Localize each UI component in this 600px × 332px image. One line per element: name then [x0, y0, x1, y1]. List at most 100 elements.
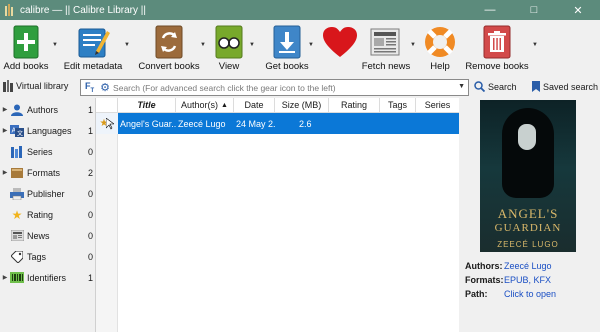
remove-books-dropdown-icon[interactable]: ▼ — [532, 42, 538, 48]
add-books-label: Add books — [3, 61, 49, 72]
convert-books-dropdown-icon[interactable]: ▼ — [200, 42, 206, 48]
convert-books-icon — [155, 23, 183, 61]
fetch-news-label: Fetch news — [361, 61, 411, 72]
view-dropdown-icon[interactable]: ▼ — [249, 42, 255, 48]
sidebar-item-series[interactable]: Series 0 — [0, 141, 95, 162]
calibre-app-icon — [5, 4, 15, 16]
virtual-library-label: Virtual library — [16, 81, 69, 91]
column-header-rating[interactable]: Rating — [329, 98, 380, 113]
star-icon: ★ — [11, 207, 23, 222]
sidebar-item-languages[interactable]: ▶ A文 Languages 1 — [0, 120, 95, 141]
row-marker[interactable]: ★ — [96, 113, 118, 134]
help-label: Help — [430, 61, 450, 72]
maximize-button[interactable]: □ — [512, 0, 556, 20]
book-cover-image[interactable]: ANGEL'S GUARDIAN ZEECÉ LUGO — [480, 100, 576, 252]
get-books-button[interactable]: Get books — [265, 20, 309, 76]
user-icon — [10, 104, 24, 116]
search-icon — [474, 81, 485, 92]
column-header-size[interactable]: Size (MB) — [275, 98, 329, 113]
sidebar-item-count: 1 — [87, 272, 93, 283]
column-header-authors[interactable]: Author(s) ▲ — [176, 98, 234, 113]
minimize-button[interactable]: — — [468, 0, 512, 20]
cell-date[interactable]: 24 May 2... — [236, 113, 275, 134]
cell-title[interactable]: Angel's Guar... — [120, 113, 176, 134]
main-toolbar: Add books ▼ Edit metadata ▼ Convert book… — [0, 20, 600, 76]
language-icon: A文 — [10, 124, 24, 137]
saved-search-button[interactable]: Saved search — [532, 81, 598, 92]
expand-arrow-icon[interactable]: ▶ — [0, 169, 10, 176]
sidebar-item-identifiers[interactable]: ▶ Identifiers 1 — [0, 267, 95, 288]
tag-browser: ▶ Authors 1 ▶ A文 Languages 1 Series 0 ▶ … — [0, 98, 95, 332]
details-authors-key: Authors: — [465, 261, 503, 271]
lifebuoy-icon — [423, 23, 457, 61]
row-number-header — [96, 98, 118, 113]
edit-metadata-icon — [76, 23, 110, 61]
donate-heart-button[interactable] — [320, 20, 360, 76]
sidebar-item-authors[interactable]: ▶ Authors 1 — [0, 99, 95, 120]
virtual-library-button[interactable]: Virtual library — [3, 80, 68, 92]
view-label: View — [218, 61, 240, 72]
details-formats-link[interactable]: EPUB, KFX — [504, 275, 551, 285]
get-books-dropdown-icon[interactable]: ▼ — [308, 42, 314, 48]
close-button[interactable]: ✕ — [556, 0, 600, 20]
search-placeholder: Search (For advanced search click the ge… — [113, 82, 336, 93]
view-button[interactable]: View — [214, 20, 244, 76]
sidebar-item-tags[interactable]: Tags 0 — [0, 246, 95, 267]
add-books-dropdown-icon[interactable]: ▼ — [52, 42, 58, 48]
column-header-tags[interactable]: Tags — [380, 98, 416, 113]
cover-title-line2: GUARDIAN — [494, 222, 562, 234]
details-authors-link[interactable]: Zeecé Lugo — [504, 261, 552, 271]
column-header-series[interactable]: Series — [416, 98, 460, 113]
cell-authors[interactable]: Zeecé Lugo — [178, 113, 234, 134]
sidebar-item-count: 0 — [87, 230, 93, 241]
sidebar-item-rating[interactable]: ★ Rating 0 — [0, 204, 95, 225]
sort-ascending-icon: ▲ — [221, 101, 228, 109]
sidebar-item-count: 0 — [87, 251, 93, 262]
svg-text:文: 文 — [17, 129, 23, 137]
sidebar-item-count: 1 — [87, 125, 93, 136]
sidebar-item-formats[interactable]: ▶ Formats 2 — [0, 162, 95, 183]
add-books-icon — [13, 23, 39, 61]
cell-series[interactable] — [418, 113, 460, 134]
details-formats-key: Formats: — [465, 275, 504, 285]
search-input[interactable]: FT ⚙ Search (For advanced search click t… — [80, 79, 469, 96]
barcode-icon — [10, 272, 24, 284]
sidebar-item-label: Languages — [27, 125, 72, 136]
edit-metadata-dropdown-icon[interactable]: ▼ — [124, 42, 130, 48]
search-button[interactable]: Search — [474, 81, 517, 92]
table-row[interactable]: ★ Angel's Guar... Zeecé Lugo 24 May 2...… — [96, 113, 460, 134]
title-bar: calibre — || Calibre Library || — □ ✕ — [0, 0, 600, 20]
edit-metadata-button[interactable]: Edit metadata — [64, 20, 122, 76]
full-text-search-icon[interactable]: FT — [85, 81, 94, 94]
sidebar-item-count: 0 — [87, 146, 93, 157]
column-header-title[interactable]: Title — [118, 98, 176, 113]
sidebar-item-label: Identifiers — [27, 272, 67, 283]
convert-books-button[interactable]: Convert books — [138, 20, 200, 76]
cell-tags[interactable] — [382, 113, 416, 134]
fetch-news-button[interactable]: Fetch news — [362, 20, 410, 76]
details-path-link[interactable]: Click to open — [504, 289, 556, 299]
sidebar-item-news[interactable]: News 0 — [0, 225, 95, 246]
cover-title-line1: ANGEL'S — [497, 206, 559, 221]
sidebar-item-label: Authors — [27, 104, 59, 115]
expand-arrow-icon[interactable]: ▶ — [0, 127, 10, 134]
cell-rating[interactable] — [331, 113, 380, 134]
expand-arrow-icon[interactable]: ▶ — [0, 274, 10, 281]
details-path-key: Path: — [465, 289, 488, 299]
expand-arrow-icon[interactable]: ▶ — [0, 106, 10, 113]
sidebar-item-label: Formats — [27, 167, 61, 178]
fetch-news-dropdown-icon[interactable]: ▼ — [410, 42, 416, 48]
help-button[interactable]: Help — [422, 20, 458, 76]
column-header-date[interactable]: Date — [234, 98, 275, 113]
gear-icon[interactable]: ⚙ — [100, 81, 110, 94]
edit-metadata-label: Edit metadata — [63, 61, 123, 72]
sidebar-item-publisher[interactable]: Publisher 0 — [0, 183, 95, 204]
search-history-dropdown-icon[interactable]: ▼ — [458, 83, 465, 90]
details-authors-row: Authors: Zeecé Lugo — [465, 261, 600, 271]
newspaper-icon — [10, 230, 24, 242]
series-icon — [10, 145, 24, 158]
add-books-button[interactable]: Add books — [4, 20, 48, 76]
search-row: Virtual library FT ⚙ Search (For advance… — [0, 76, 600, 98]
cell-size[interactable]: 2.6 — [299, 113, 329, 134]
remove-books-button[interactable]: Remove books — [465, 20, 529, 76]
